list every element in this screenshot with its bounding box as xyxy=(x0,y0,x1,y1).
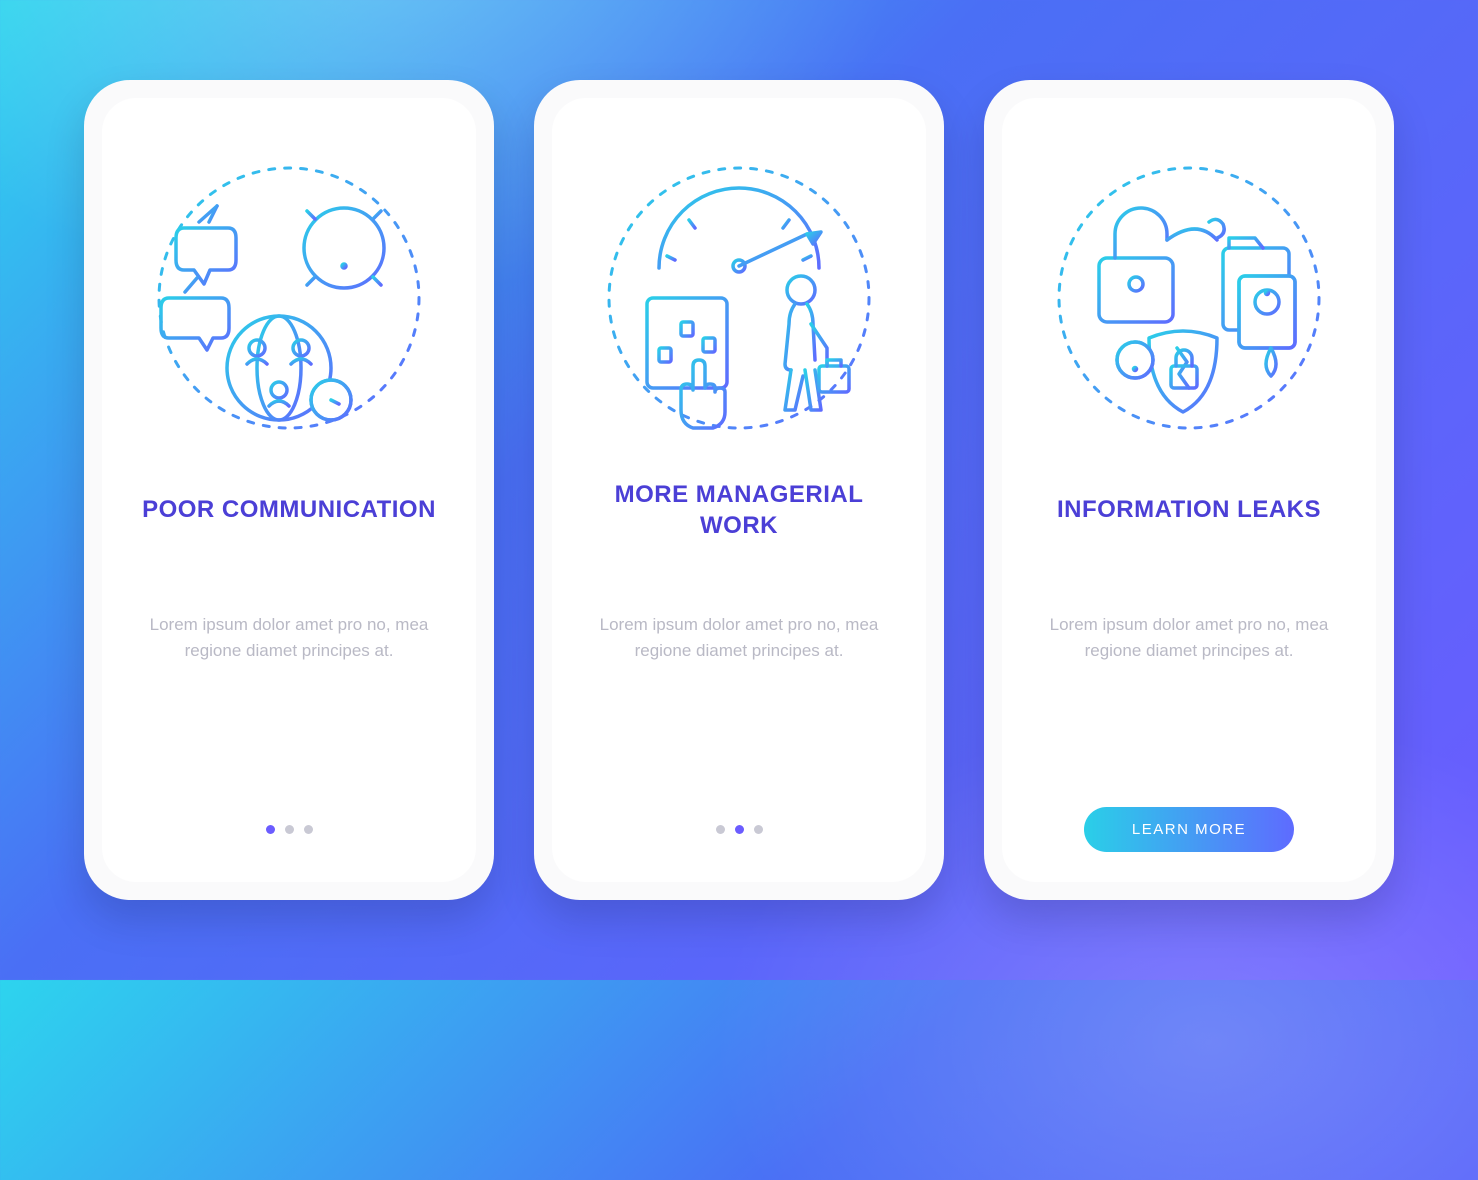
communication-breakdown-icon xyxy=(139,148,439,448)
onboarding-description: Lorem ipsum dolor amet pro no, mea regio… xyxy=(1032,612,1346,665)
phone-frame-2: MORE MANAGERIAL WORK Lorem ipsum dolor a… xyxy=(534,80,944,900)
onboarding-title: INFORMATION LEAKS xyxy=(1053,478,1325,542)
pager-dot-2[interactable] xyxy=(285,825,294,834)
managerial-overload-icon xyxy=(589,148,889,448)
pager-dot-1[interactable] xyxy=(266,825,275,834)
onboarding-title: POOR COMMUNICATION xyxy=(138,478,440,542)
onboarding-screen-3: INFORMATION LEAKS Lorem ipsum dolor amet… xyxy=(1002,98,1376,882)
pager-dot-2[interactable] xyxy=(735,825,744,834)
onboarding-title: MORE MANAGERIAL WORK xyxy=(611,478,868,542)
information-leak-icon xyxy=(1039,148,1339,448)
pager-dots xyxy=(582,806,896,852)
onboarding-description: Lorem ipsum dolor amet pro no, mea regio… xyxy=(582,612,896,665)
learn-more-button[interactable]: LEARN MORE xyxy=(1084,807,1294,852)
pager-dot-1[interactable] xyxy=(716,825,725,834)
onboarding-description: Lorem ipsum dolor amet pro no, mea regio… xyxy=(132,612,446,665)
pager-dot-3[interactable] xyxy=(304,825,313,834)
onboarding-screen-1: POOR COMMUNICATION Lorem ipsum dolor ame… xyxy=(102,98,476,882)
phone-frame-3: INFORMATION LEAKS Lorem ipsum dolor amet… xyxy=(984,80,1394,900)
pager-dots xyxy=(132,806,446,852)
pager-dot-3[interactable] xyxy=(754,825,763,834)
phone-frame-1: POOR COMMUNICATION Lorem ipsum dolor ame… xyxy=(84,80,494,900)
cta-footer: LEARN MORE xyxy=(1032,806,1346,852)
phone-mockup-row: POOR COMMUNICATION Lorem ipsum dolor ame… xyxy=(84,80,1394,900)
onboarding-screen-2: MORE MANAGERIAL WORK Lorem ipsum dolor a… xyxy=(552,98,926,882)
